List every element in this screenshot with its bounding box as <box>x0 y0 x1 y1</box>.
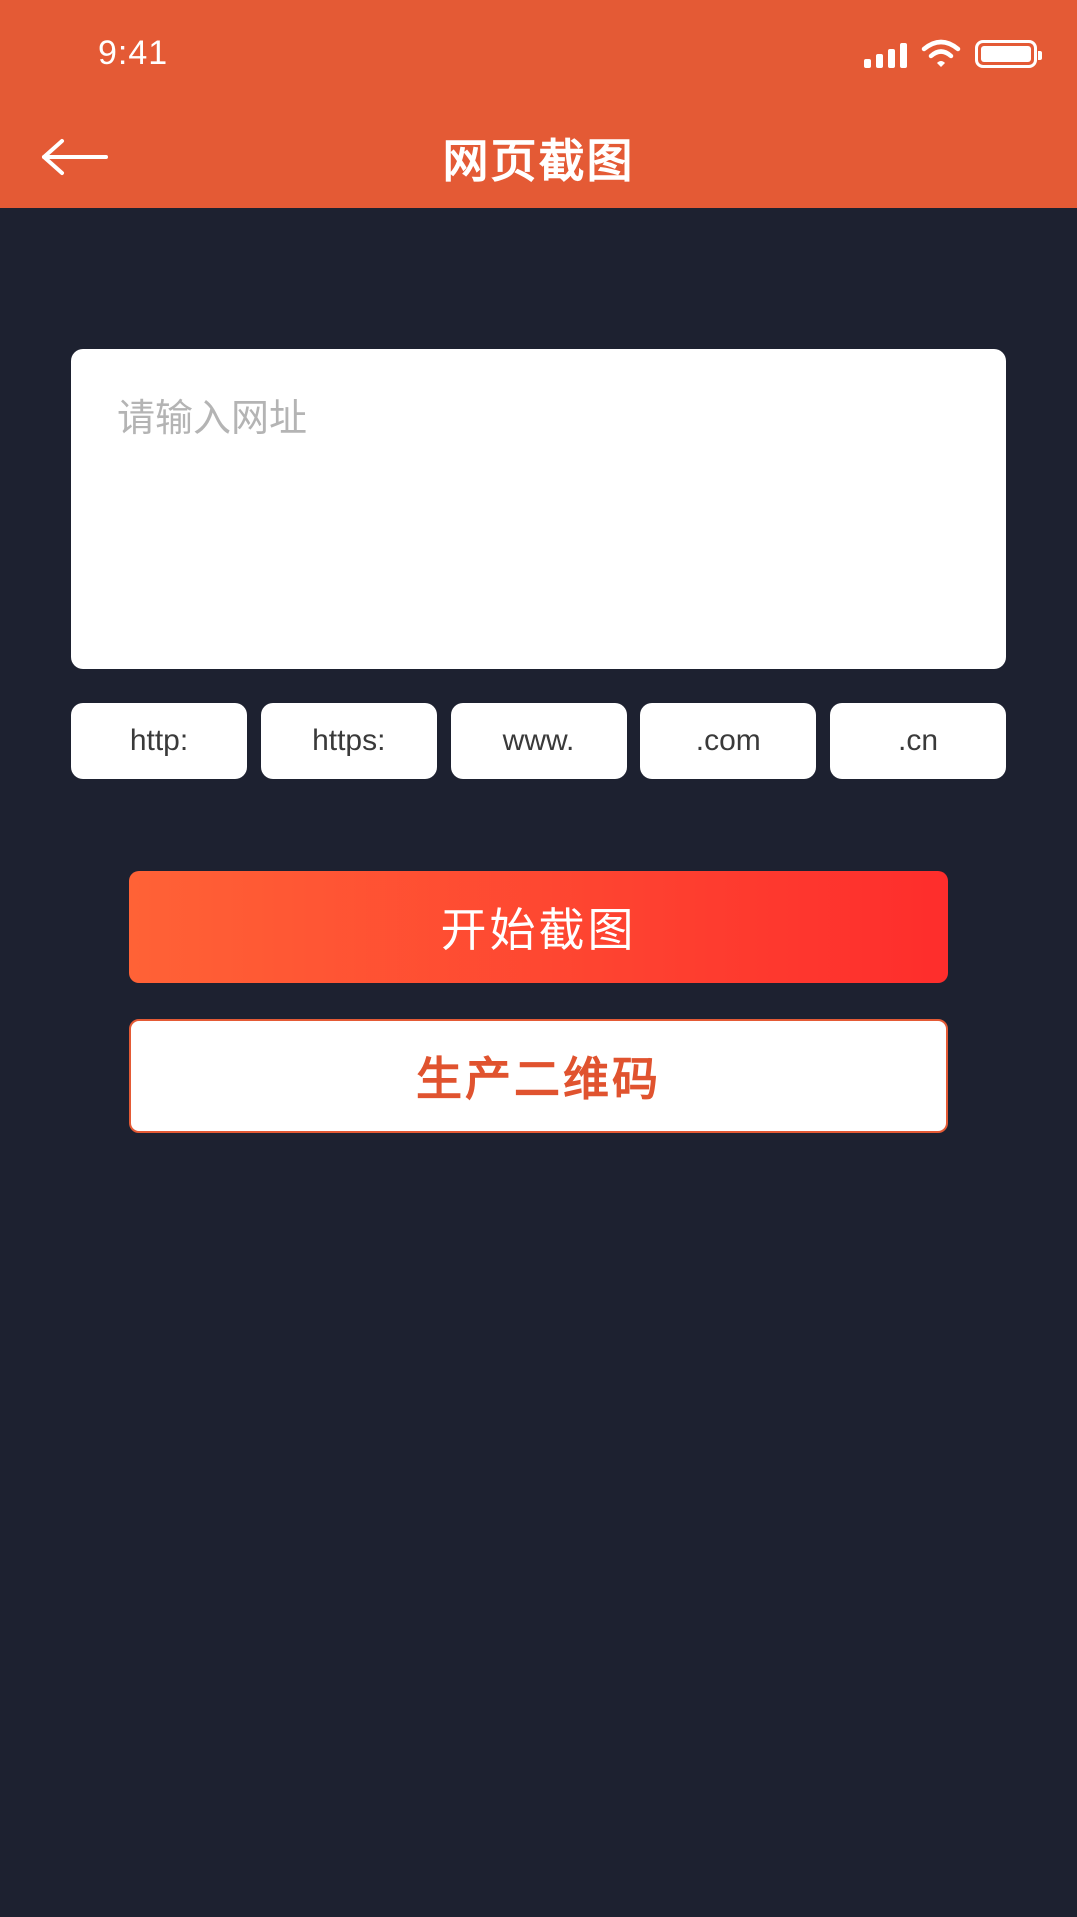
battery-icon <box>975 40 1042 68</box>
wifi-icon <box>921 39 961 67</box>
chip-http[interactable]: http: <box>71 703 247 779</box>
cellular-signal-icon <box>864 42 907 68</box>
status-time: 9:41 <box>98 34 169 72</box>
app-header: 9:41 网页截图 <box>0 0 1077 208</box>
status-icons <box>864 38 1042 68</box>
generate-qr-button[interactable]: 生产二维码 <box>129 1019 948 1133</box>
chip-https[interactable]: https: <box>260 703 437 779</box>
page-title: 网页截图 <box>442 134 635 188</box>
quick-insert-chips: http: https: www. .com .cn <box>71 703 1006 779</box>
url-input[interactable] <box>71 349 1006 669</box>
chip-com[interactable]: .com <box>640 703 817 779</box>
chip-www[interactable]: www. <box>450 703 627 779</box>
chip-cn[interactable]: .cn <box>830 703 1006 779</box>
start-screenshot-button[interactable]: 开始截图 <box>129 871 948 983</box>
